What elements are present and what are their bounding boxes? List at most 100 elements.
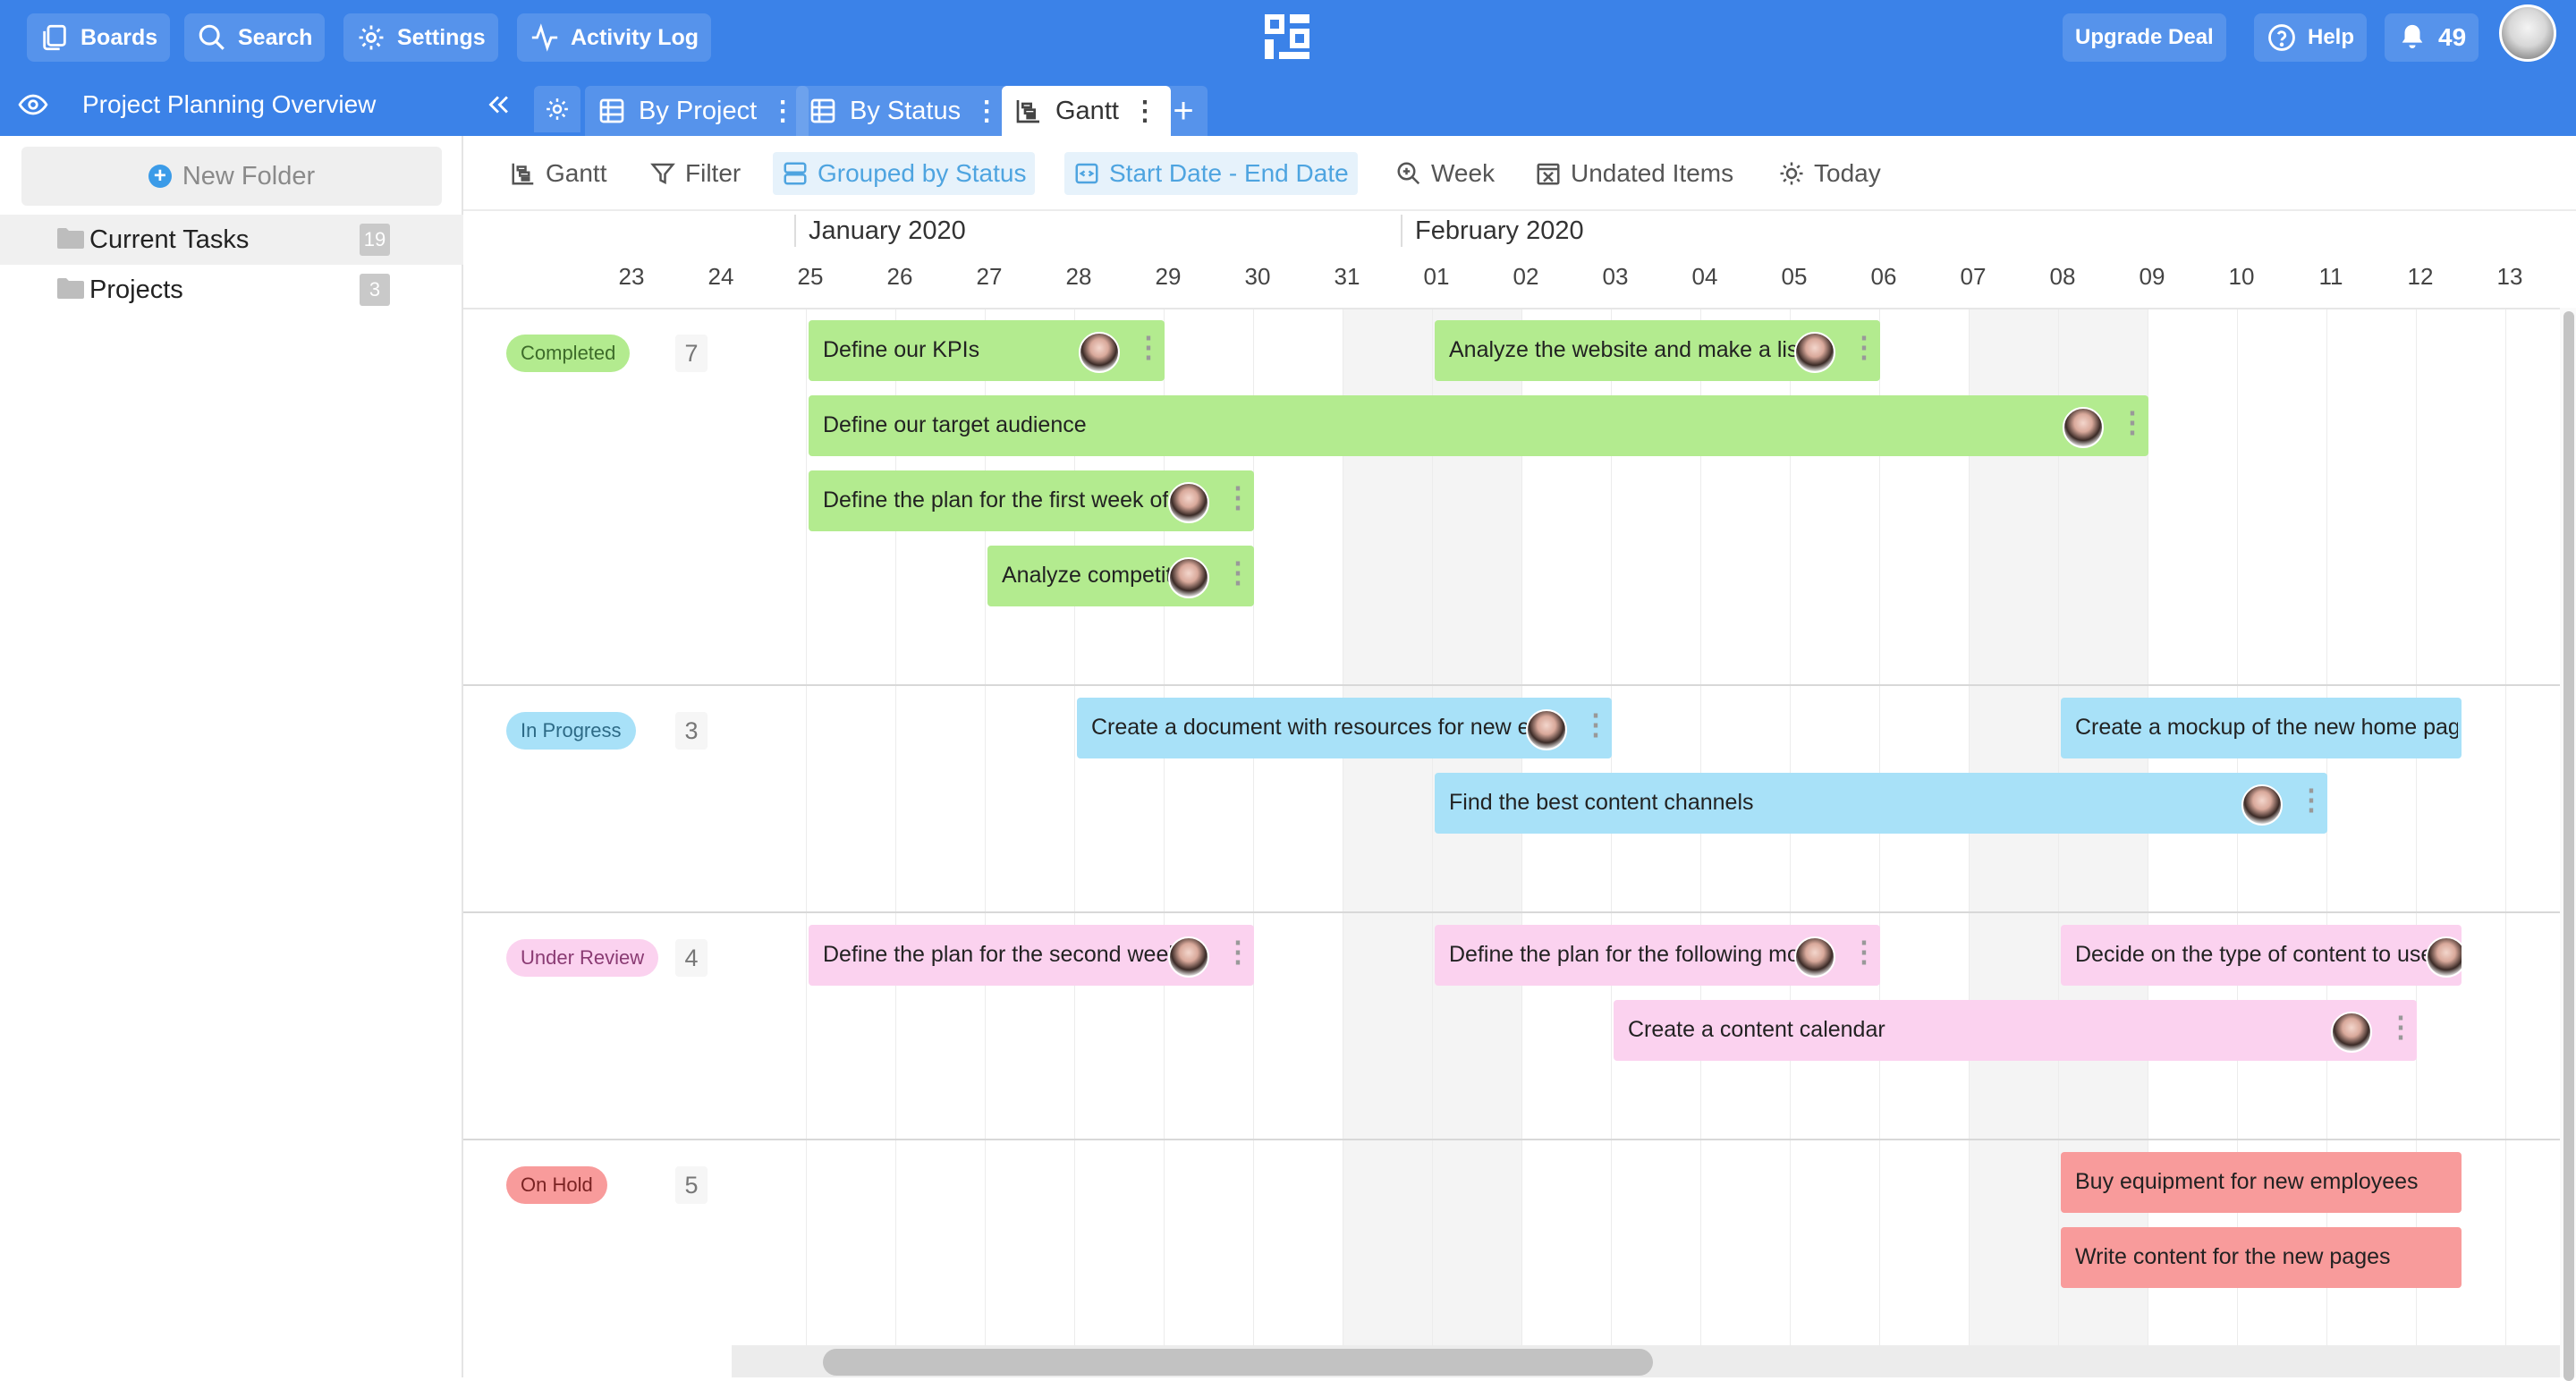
day-label: 09 — [2139, 263, 2165, 290]
boards-button[interactable]: Boards — [27, 13, 171, 62]
task-bar[interactable]: Define our KPIs ⋮ — [809, 320, 1165, 381]
task-menu-icon[interactable]: ⋮ — [1581, 710, 1610, 739]
boards-label: Boards — [80, 24, 158, 50]
task-menu-icon[interactable]: ⋮ — [1224, 483, 1252, 512]
user-avatar[interactable] — [2499, 4, 2556, 62]
assignee-avatar[interactable] — [2331, 1012, 2372, 1053]
app-logo[interactable] — [1263, 13, 1313, 63]
task-bar[interactable]: Define the plan for the first week of ⋮ — [809, 470, 1254, 531]
task-menu-icon[interactable]: ⋮ — [1224, 937, 1252, 966]
assignee-avatar[interactable] — [1079, 332, 1120, 373]
date-fields-label: Start Date - End Date — [1109, 159, 1349, 187]
grid-column — [2059, 309, 2148, 1377]
grid-column — [2506, 309, 2560, 1377]
grid-column — [2238, 309, 2327, 1377]
day-label: 28 — [1065, 263, 1092, 290]
group-divider — [463, 911, 2560, 913]
assignee-avatar[interactable] — [1168, 557, 1209, 598]
help-label: Help — [2308, 25, 2355, 49]
filter-button[interactable]: Filter — [640, 152, 750, 195]
group-count: 4 — [675, 939, 708, 977]
assignee-avatar[interactable] — [1794, 936, 1835, 978]
activity-log-button[interactable]: Activity Log — [517, 13, 712, 62]
plus-circle-icon: + — [148, 165, 172, 188]
gantt-view-button[interactable]: Gantt — [501, 152, 615, 195]
assignee-avatar[interactable] — [1168, 936, 1209, 978]
plus-icon: + — [1173, 90, 1194, 131]
month-label: January 2020 — [794, 215, 966, 247]
group-divider — [463, 684, 2560, 686]
add-view-button[interactable]: + — [1159, 86, 1208, 136]
task-title: Define our KPIs — [823, 337, 980, 362]
folder-count-badge: 3 — [360, 274, 390, 306]
folder-current-tasks[interactable]: Current Tasks 19 — [0, 215, 463, 265]
task-bar[interactable]: Write content for the new pages — [2061, 1227, 2462, 1288]
tab-menu-icon[interactable]: ⋮ — [1131, 96, 1158, 127]
search-button[interactable]: Search — [184, 13, 326, 62]
group-by-button[interactable]: Grouped by Status — [773, 152, 1036, 195]
today-button[interactable]: Today — [1769, 152, 1890, 195]
task-bar[interactable]: Define our target audience ⋮ — [809, 395, 2148, 456]
board-title: Project Planning Overview — [82, 90, 377, 118]
task-bar[interactable]: Define the plan for the following month ⋮ — [1435, 925, 1880, 986]
collapse-sidebar-icon[interactable] — [483, 89, 513, 120]
task-menu-icon[interactable]: ⋮ — [1850, 937, 1878, 966]
zoom-week-button[interactable]: Week — [1386, 152, 1504, 195]
grid-column — [1433, 309, 1522, 1377]
assignee-avatar[interactable] — [2063, 407, 2104, 448]
task-bar[interactable]: Buy equipment for new employees — [2061, 1152, 2462, 1213]
status-badge: Completed — [506, 335, 631, 372]
notifications-button[interactable]: 49 — [2385, 13, 2479, 62]
tab-menu-icon[interactable]: ⋮ — [973, 96, 1000, 127]
status-badge: On Hold — [506, 1166, 607, 1204]
grid-column — [1343, 309, 1433, 1377]
tab-by-status[interactable]: By Status ⋮ — [796, 86, 1013, 136]
view-settings-tab[interactable] — [534, 86, 580, 132]
task-bar[interactable]: Create a mockup of the new home page — [2061, 698, 2462, 758]
eye-icon[interactable] — [18, 89, 48, 120]
help-button[interactable]: Help — [2254, 13, 2368, 62]
task-menu-icon[interactable]: ⋮ — [1134, 333, 1163, 361]
task-menu-icon[interactable]: ⋮ — [2118, 408, 2147, 436]
new-folder-button[interactable]: + New Folder — [21, 147, 442, 206]
assignee-avatar[interactable] — [1168, 482, 1209, 523]
task-menu-icon[interactable]: ⋮ — [1224, 558, 1252, 587]
day-label: 06 — [1870, 263, 1897, 290]
settings-button[interactable]: Settings — [343, 13, 498, 62]
day-label: 27 — [976, 263, 1003, 290]
sun-icon — [1780, 162, 1803, 185]
date-fields-button[interactable]: Start Date - End Date — [1064, 152, 1358, 195]
task-menu-icon[interactable]: ⋮ — [2297, 785, 2326, 814]
folder-projects[interactable]: Projects 3 — [0, 265, 463, 315]
task-title: Analyze the website and make a list of — [1449, 337, 1800, 362]
upgrade-deal-button[interactable]: Upgrade Deal — [2063, 13, 2226, 62]
filter-label: Filter — [685, 159, 741, 187]
assignee-avatar[interactable] — [1794, 332, 1835, 373]
task-bar[interactable]: Analyze the website and make a list of ⋮ — [1435, 320, 1880, 381]
task-menu-icon[interactable]: ⋮ — [2386, 1012, 2415, 1041]
day-label: 13 — [2496, 263, 2523, 290]
folder-sidebar — [0, 136, 463, 1377]
horizontal-scroll-thumb[interactable] — [823, 1349, 1653, 1376]
task-bar[interactable]: Create a content calendar ⋮ — [1614, 1000, 2417, 1061]
task-bar[interactable]: Define the plan for the second week ⋮ — [809, 925, 1254, 986]
undated-items-button[interactable]: Undated Items — [1526, 152, 1742, 195]
tab-menu-icon[interactable]: ⋮ — [769, 96, 796, 127]
day-label: 08 — [2049, 263, 2076, 290]
tab-gantt[interactable]: Gantt ⋮ — [1002, 86, 1171, 136]
vertical-scroll-thumb[interactable] — [2563, 311, 2574, 1381]
day-label: 12 — [2407, 263, 2434, 290]
task-bar[interactable]: Analyze competitors ⋮ — [987, 546, 1254, 606]
folder-icon — [57, 278, 84, 299]
assignee-avatar[interactable] — [2426, 936, 2462, 978]
task-bar[interactable]: Find the best content channels ⋮ — [1435, 773, 2327, 834]
task-bar[interactable]: Decide on the type of content to use — [2061, 925, 2462, 986]
assignee-avatar[interactable] — [1526, 709, 1567, 750]
task-menu-icon[interactable]: ⋮ — [1850, 333, 1878, 361]
task-title: Decide on the type of content to use — [2075, 942, 2431, 967]
assignee-avatar[interactable] — [2241, 784, 2283, 826]
gantt-label: Gantt — [546, 159, 607, 187]
task-bar[interactable]: Create a document with resources for new… — [1077, 698, 1612, 758]
tab-by-project[interactable]: By Project ⋮ — [585, 86, 809, 136]
table-icon — [599, 98, 624, 123]
